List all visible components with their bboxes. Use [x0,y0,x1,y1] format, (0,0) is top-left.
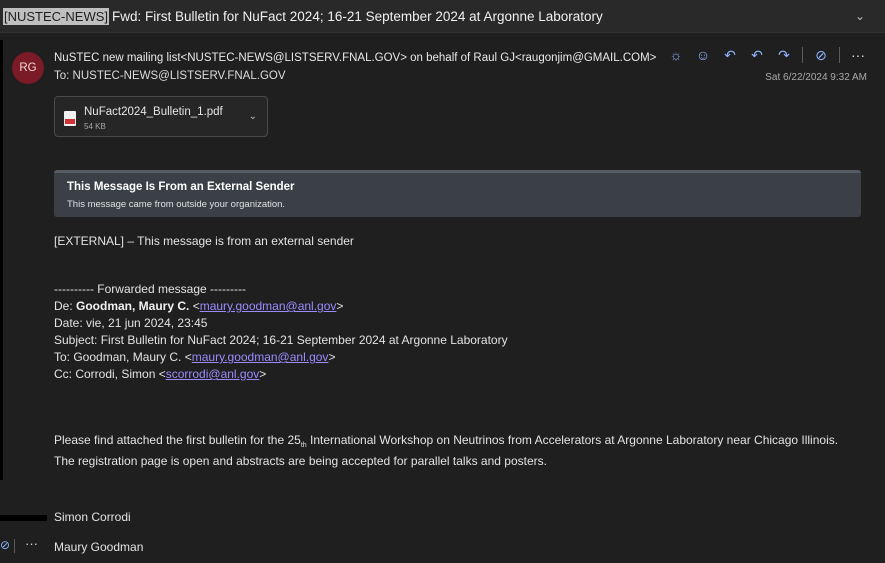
brightness-icon[interactable]: ☼ [667,46,685,64]
external-note: [EXTERNAL] – This message is from an ext… [54,234,354,248]
divider [14,539,15,553]
emoji-icon[interactable]: ☺ [694,46,712,64]
message-actions: ☼ ☺ ↶ ↶ ↷ ⊘ ··· [667,46,867,64]
redaction-bar [0,515,47,521]
from-name: Goodman, Maury C. [76,299,190,313]
divider [802,47,803,63]
external-sender-banner: This Message Is From an External Sender … [54,170,861,217]
to-email-link[interactable]: maury.goodman@anl.gov [192,350,329,364]
from-label: De: [54,299,77,313]
subject-title: Fwd: First Bulletin for NuFact 2024; 16-… [112,8,603,24]
forward-to: To: Goodman, Maury C. <maury.goodman@anl… [54,350,336,364]
subject-tag: [NUSTEC-NEWS] [3,7,109,25]
sender-name: Maury Goodman [54,540,144,554]
banner-subtitle: This message came from outside your orga… [67,199,286,210]
message-paragraph: Please find attached the first bulletin … [54,431,854,470]
attachment-card[interactable]: NuFact2024_Bulletin_1.pdf 54 KB ⌄ [54,96,268,137]
divider [839,47,840,63]
forward-from: De: Goodman, Maury C. <maury.goodman@anl… [54,299,344,313]
cc-email-link[interactable]: scorrodi@anl.gov [166,367,260,381]
attachment-name: NuFact2024_Bulletin_1.pdf [84,106,223,118]
forward-date: Date: vie, 21 jun 2024, 23:45 [54,316,208,330]
chevron-down-icon[interactable]: ⌄ [249,111,257,122]
avatar[interactable]: RG [12,52,44,84]
signature-name: Simon Corrodi [54,510,131,524]
pdf-file-icon [64,111,76,126]
ordinal-suffix: th [300,442,307,449]
more-icon[interactable]: ··· [849,46,867,64]
to-label: To: Goodman, Maury C. [54,350,185,364]
from-line[interactable]: NuSTEC new mailing list<NUSTEC-NEWS@LIST… [54,52,656,64]
tag-icon[interactable]: ⊘ [812,46,830,64]
from-email-link[interactable]: maury.goodman@anl.gov [200,299,337,313]
forward-cc: Cc: Corrodi, Simon <scorrodi@anl.gov> [54,367,267,381]
reply-icon[interactable]: ↶ [721,46,739,64]
tag-icon[interactable]: ⊘ [0,538,10,552]
attachment-size: 54 KB [84,122,106,131]
cc-label: Cc: Corrodi, Simon [54,367,159,381]
to-line[interactable]: To: NUSTEC-NEWS@LISTSERV.FNAL.GOV [54,70,286,82]
forward-icon[interactable]: ↷ [775,46,793,64]
chevron-down-icon[interactable]: ⌄ [855,9,865,23]
reply-all-icon[interactable]: ↶ [748,46,766,64]
forward-subject: Subject: First Bulletin for NuFact 2024;… [54,333,508,347]
message-date: Sat 6/22/2024 9:32 AM [765,72,867,83]
subject-bar: [NUSTEC-NEWS] Fwd: First Bulletin for Nu… [0,0,885,33]
banner-title: This Message Is From an External Sender [67,181,295,193]
paragraph-start: Please find attached the first bulletin … [54,433,301,447]
more-icon[interactable]: ··· [25,536,38,551]
left-panel-edge [0,40,3,480]
forwarded-header: ---------- Forwarded message --------- [54,282,246,296]
